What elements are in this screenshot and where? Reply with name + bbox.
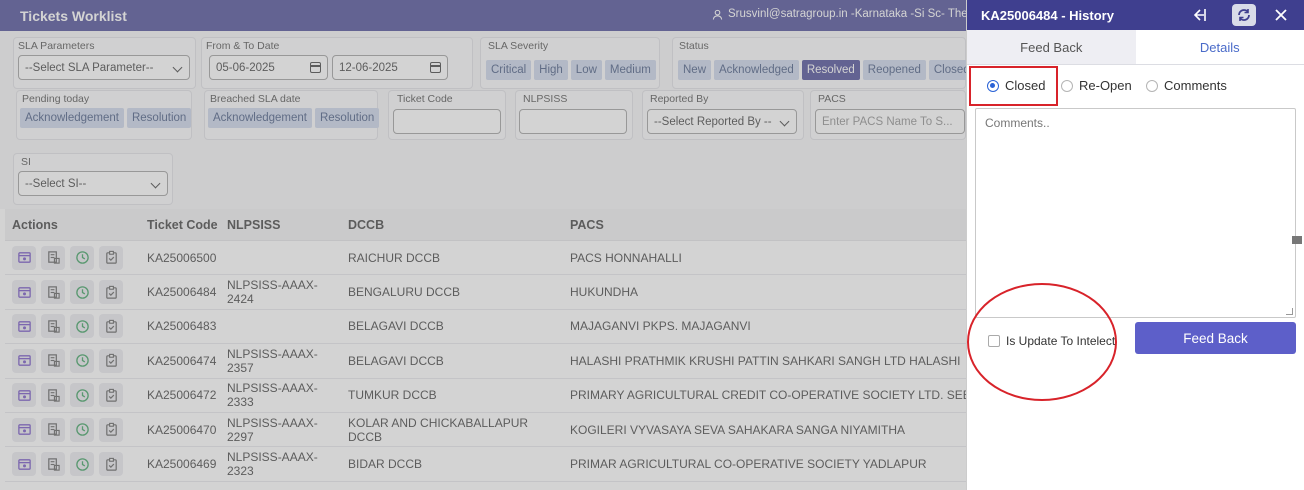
feed-back-button[interactable]: Feed Back xyxy=(1135,322,1296,354)
radio-closed-label: Closed xyxy=(1005,78,1046,93)
tab-feed-back[interactable]: Feed Back xyxy=(967,30,1136,64)
resize-handle[interactable] xyxy=(1286,308,1293,315)
scrollbar-thumb[interactable] xyxy=(1292,236,1302,244)
radio-re-open-label: Re-Open xyxy=(1079,78,1132,93)
checkbox-box[interactable] xyxy=(988,335,1000,347)
update-intelect-checkbox[interactable]: Is Update To Intelect xyxy=(988,334,1115,348)
radio-closed-circle[interactable] xyxy=(987,79,999,92)
modal-backdrop[interactable] xyxy=(0,0,966,490)
radio-comments-circle[interactable] xyxy=(1146,79,1158,92)
tab-details[interactable]: Details xyxy=(1136,30,1304,64)
checkbox-label: Is Update To Intelect xyxy=(1006,334,1116,348)
radio-re-open-circle[interactable] xyxy=(1061,79,1073,92)
collapse-icon[interactable] xyxy=(1189,4,1209,26)
panel-title: KA25006484 - History xyxy=(981,7,1114,23)
radio-comments[interactable]: Comments xyxy=(1146,78,1227,93)
refresh-icon[interactable] xyxy=(1232,4,1256,26)
radio-re-open[interactable]: Re-Open xyxy=(1061,78,1132,93)
tickets-worklist: Tickets Worklist Srusvinl@satragroup.in … xyxy=(0,0,966,490)
radio-closed[interactable]: Closed xyxy=(987,78,1045,93)
close-icon[interactable] xyxy=(1271,4,1291,26)
history-panel: KA25006484 - History Feed Back Details C… xyxy=(966,0,1304,490)
feedback-type-radios: Closed Re-Open Comments xyxy=(967,65,1304,107)
panel-tabs: Feed Back Details xyxy=(967,30,1304,65)
comments-placeholder: Comments.. xyxy=(985,116,1050,130)
panel-header: KA25006484 - History xyxy=(967,0,1304,30)
radio-comments-label: Comments xyxy=(1164,78,1227,93)
